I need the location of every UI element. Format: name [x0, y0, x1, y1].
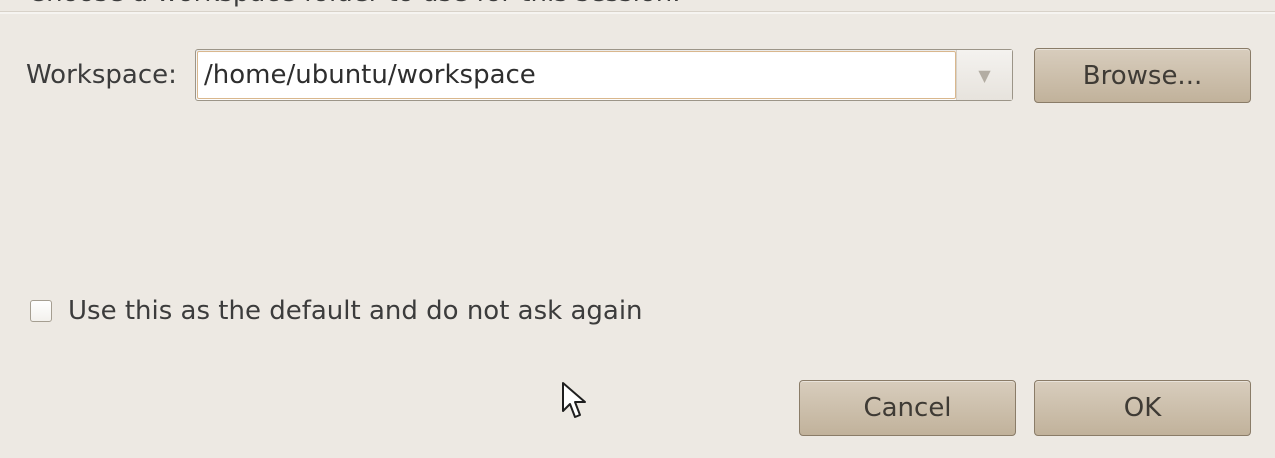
browse-button[interactable]: Browse...: [1034, 48, 1251, 103]
chevron-down-icon: ▼: [978, 65, 991, 85]
workspace-combobox[interactable]: /home/ubuntu/workspace ▼: [195, 49, 1013, 101]
mouse-pointer-icon: [562, 382, 586, 418]
workspace-label: Workspace:: [26, 60, 177, 90]
default-checkbox-row[interactable]: Use this as the default and do not ask a…: [30, 291, 643, 331]
ok-button[interactable]: OK: [1034, 380, 1251, 436]
workspace-dropdown-button[interactable]: ▼: [956, 50, 1012, 100]
workspace-launcher-dialog: Choose a workspace folder to use for thi…: [0, 0, 1275, 458]
workspace-path-input[interactable]: /home/ubuntu/workspace: [204, 50, 944, 100]
header-divider: [0, 11, 1275, 14]
default-checkbox-label[interactable]: Use this as the default and do not ask a…: [68, 296, 643, 326]
dialog-instruction: Choose a workspace folder to use for thi…: [28, 0, 681, 8]
default-checkbox[interactable]: [30, 300, 52, 322]
cancel-button[interactable]: Cancel: [799, 380, 1016, 436]
